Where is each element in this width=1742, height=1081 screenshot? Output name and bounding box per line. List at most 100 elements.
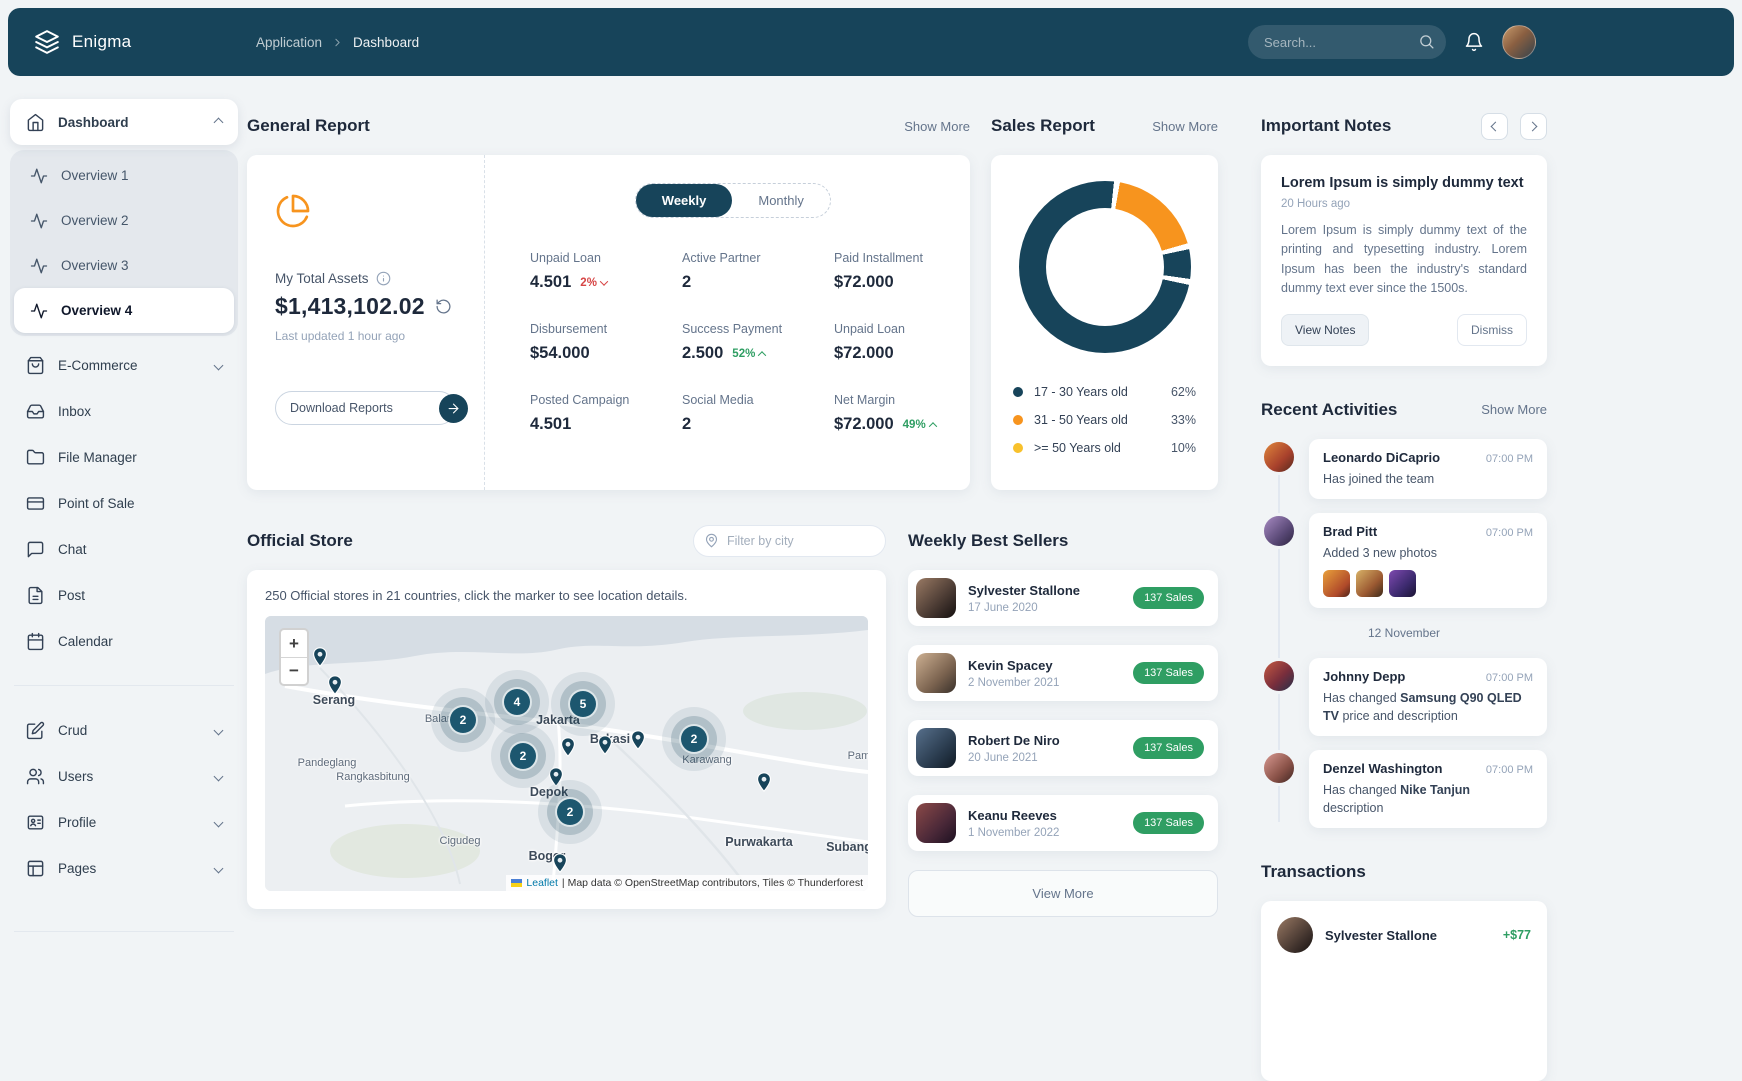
seller-card[interactable]: Sylvester Stallone 17 June 2020 137 Sale… bbox=[908, 570, 1218, 626]
seller-card[interactable]: Keanu Reeves 1 November 2022 137 Sales bbox=[908, 795, 1218, 851]
zoom-out-button[interactable]: − bbox=[281, 657, 307, 684]
chevron-down-icon bbox=[214, 817, 224, 827]
seller-card[interactable]: Kevin Spacey 2 November 2021 137 Sales bbox=[908, 645, 1218, 701]
map-marker[interactable] bbox=[557, 736, 579, 758]
credit-card-icon bbox=[26, 494, 45, 513]
transaction-row[interactable]: Sylvester Stallone +$77 bbox=[1277, 917, 1531, 953]
map-marker[interactable] bbox=[309, 646, 331, 668]
map-cluster[interactable]: 2 bbox=[679, 724, 709, 754]
seller-card[interactable]: Robert De Niro 20 June 2021 137 Sales bbox=[908, 720, 1218, 776]
age-donut-chart bbox=[1019, 181, 1191, 353]
map-cluster[interactable]: 4 bbox=[502, 687, 532, 717]
tab-weekly[interactable]: Weekly bbox=[636, 184, 733, 217]
activity-avatar[interactable] bbox=[1261, 513, 1297, 549]
bell-icon[interactable] bbox=[1464, 32, 1484, 52]
stat-paid-installment: Paid Installment $72.000 bbox=[834, 251, 936, 292]
sidebar-item-inbox[interactable]: Inbox bbox=[10, 388, 238, 434]
sidebar-item-users[interactable]: Users bbox=[10, 753, 238, 799]
map-marker[interactable] bbox=[324, 674, 346, 696]
map-city-label: Karawang bbox=[682, 754, 732, 766]
map-marker[interactable] bbox=[627, 729, 649, 751]
sidebar-item-ecommerce[interactable]: E-Commerce bbox=[10, 342, 238, 388]
notes-prev-button[interactable] bbox=[1481, 113, 1508, 140]
map-city-label: Subang bbox=[826, 840, 868, 854]
refresh-icon[interactable] bbox=[435, 298, 452, 315]
tab-monthly[interactable]: Monthly bbox=[732, 184, 830, 217]
map-marker[interactable] bbox=[549, 852, 571, 874]
map-marker[interactable] bbox=[594, 734, 616, 756]
note-title[interactable]: Lorem Ipsum is simply dummy text bbox=[1281, 175, 1527, 191]
map-cluster[interactable]: 2 bbox=[448, 705, 478, 735]
sidebar-item-file-manager[interactable]: File Manager bbox=[10, 434, 238, 480]
map-marker[interactable] bbox=[753, 771, 775, 793]
zoom-in-button[interactable]: + bbox=[281, 630, 307, 657]
dismiss-button[interactable]: Dismiss bbox=[1457, 314, 1527, 346]
seller-date: 1 November 2022 bbox=[968, 827, 1059, 839]
recent-activities-show-more-link[interactable]: Show More bbox=[1481, 402, 1547, 417]
legend-value: 62% bbox=[1171, 385, 1196, 399]
view-more-button[interactable]: View More bbox=[908, 870, 1218, 917]
info-icon[interactable] bbox=[376, 271, 391, 286]
breadcrumb-application[interactable]: Application bbox=[256, 35, 322, 50]
recent-activities-title: Recent Activities bbox=[1261, 400, 1397, 420]
important-notes-title: Important Notes bbox=[1261, 116, 1391, 136]
photo-thumbnail[interactable] bbox=[1356, 570, 1383, 597]
timeline-date-divider: 12 November bbox=[1261, 624, 1547, 642]
brand-name: Enigma bbox=[72, 32, 131, 52]
sidebar-item-dashboard[interactable]: Dashboard bbox=[10, 99, 238, 145]
general-report-section: General Report Show More My Total Assets… bbox=[247, 100, 970, 490]
sidebar-item-overview-2[interactable]: Overview 2 bbox=[14, 198, 234, 243]
activity-text: Has changed Samsung Q90 QLED TV price an… bbox=[1323, 689, 1533, 725]
leaflet-link[interactable]: Leaflet bbox=[526, 877, 558, 889]
map-marker[interactable] bbox=[545, 766, 567, 788]
activity-avatar[interactable] bbox=[1261, 658, 1297, 694]
sidebar-item-pages[interactable]: Pages bbox=[10, 845, 238, 891]
general-report-show-more-link[interactable]: Show More bbox=[904, 119, 970, 134]
sidebar-divider bbox=[14, 931, 234, 932]
search-icon[interactable] bbox=[1418, 33, 1435, 50]
download-reports-button[interactable]: Download Reports bbox=[275, 391, 456, 425]
view-notes-button[interactable]: View Notes bbox=[1281, 314, 1369, 346]
total-assets-value: $1,413,102.02 bbox=[275, 293, 425, 320]
stat-unpaid-loan-1: Unpaid Loan 4.501 2% bbox=[530, 251, 682, 292]
photo-thumbnail[interactable] bbox=[1323, 570, 1350, 597]
map-cluster[interactable]: 2 bbox=[508, 741, 538, 771]
sidebar-item-crud[interactable]: Crud bbox=[10, 707, 238, 753]
activity-name[interactable]: Denzel Washington bbox=[1323, 761, 1442, 776]
sidebar-item-point-of-sale[interactable]: Point of Sale bbox=[10, 480, 238, 526]
sidebar-item-profile[interactable]: Profile bbox=[10, 799, 238, 845]
sidebar-item-overview-3[interactable]: Overview 3 bbox=[14, 243, 234, 288]
photo-thumbnail[interactable] bbox=[1389, 570, 1416, 597]
sidebar-item-overview-1[interactable]: Overview 1 bbox=[14, 153, 234, 198]
activities-timeline: Leonardo DiCaprio 07:00 PM Has joined th… bbox=[1261, 439, 1547, 829]
last-updated-text: Last updated 1 hour ago bbox=[275, 329, 456, 343]
activity-avatar[interactable] bbox=[1261, 439, 1297, 475]
delta-down-badge: 2% bbox=[580, 277, 607, 289]
activity-card: Denzel Washington 07:00 PM Has changed N… bbox=[1309, 750, 1547, 828]
activity-photos bbox=[1323, 570, 1533, 597]
activity-name[interactable]: Leonardo DiCaprio bbox=[1323, 450, 1440, 465]
activity-avatar[interactable] bbox=[1261, 750, 1297, 786]
map-cluster[interactable]: 5 bbox=[568, 689, 598, 719]
activity-item: Johnny Depp 07:00 PM Has changed Samsung… bbox=[1261, 658, 1547, 736]
sales-badge: 137 Sales bbox=[1133, 662, 1204, 684]
user-avatar[interactable] bbox=[1502, 25, 1536, 59]
filter-by-city-input[interactable] bbox=[693, 525, 886, 557]
sidebar-item-overview-4[interactable]: Overview 4 bbox=[14, 288, 234, 333]
calendar-icon bbox=[26, 632, 45, 651]
sidebar-item-chat[interactable]: Chat bbox=[10, 526, 238, 572]
store-map[interactable]: + − Serang Balaraja Jakarta Bekasi Karaw… bbox=[265, 616, 868, 891]
sidebar-item-post[interactable]: Post bbox=[10, 572, 238, 618]
sidebar-item-label: Point of Sale bbox=[58, 496, 135, 511]
brand[interactable]: Enigma bbox=[8, 29, 238, 55]
map-cluster[interactable]: 2 bbox=[555, 797, 585, 827]
activity-name[interactable]: Brad Pitt bbox=[1323, 524, 1377, 539]
activity-name[interactable]: Johnny Depp bbox=[1323, 669, 1405, 684]
city-filter bbox=[693, 525, 886, 557]
notes-next-button[interactable] bbox=[1520, 113, 1547, 140]
shopping-bag-icon bbox=[26, 356, 45, 375]
sidebar-item-calendar[interactable]: Calendar bbox=[10, 618, 238, 664]
search-input[interactable] bbox=[1248, 25, 1446, 59]
seller-avatar bbox=[916, 803, 956, 843]
sales-report-show-more-link[interactable]: Show More bbox=[1152, 119, 1218, 134]
